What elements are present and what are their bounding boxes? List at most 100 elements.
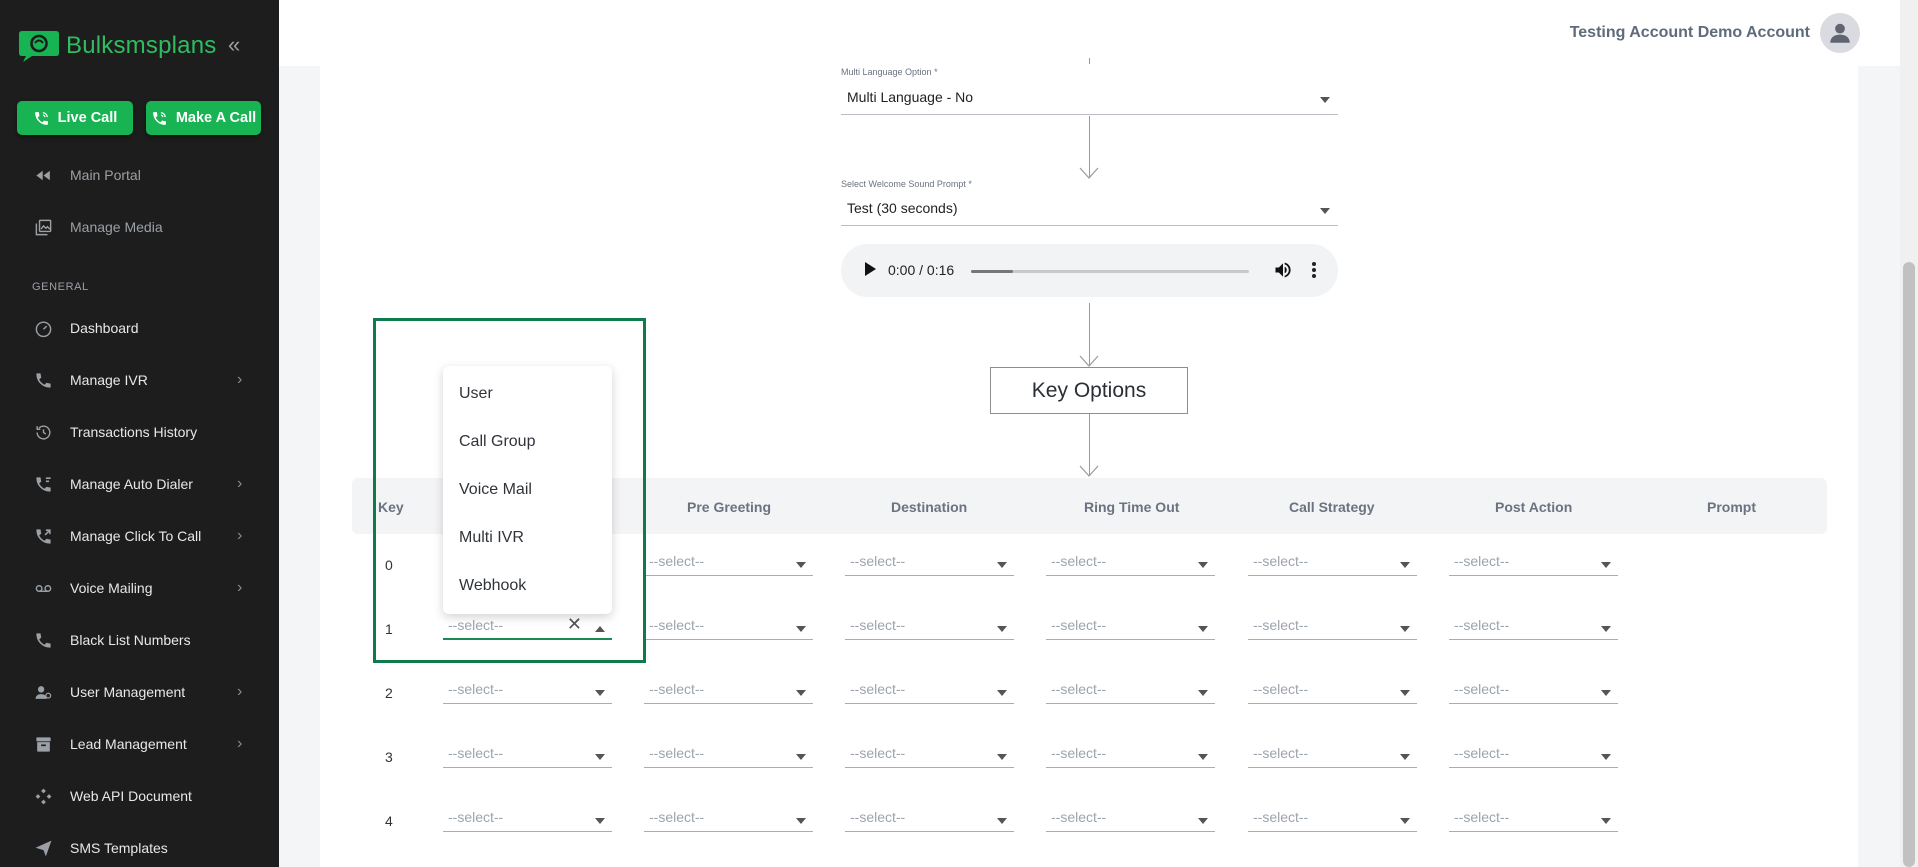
sidebar-item-manage-auto-dialer[interactable]: Manage Auto Dialer › (0, 464, 279, 504)
sidebar-item-dashboard[interactable]: Dashboard (0, 308, 279, 348)
post-action-select[interactable]: --select-- (1449, 738, 1618, 768)
select-placeholder: --select-- (1253, 681, 1309, 697)
destination-select[interactable]: --select-- (845, 546, 1014, 576)
clear-icon[interactable]: ✕ (567, 615, 582, 633)
sidebar-item-lead-management[interactable]: Lead Management › (0, 724, 279, 764)
sidebar-item-black-list-numbers[interactable]: Black List Numbers (0, 620, 279, 660)
destination-select[interactable]: --select-- (845, 738, 1014, 768)
brand[interactable]: Bulksmsplans (18, 26, 216, 66)
ring-time-out-select[interactable]: --select-- (1046, 674, 1215, 704)
sidebar-item-user-management[interactable]: User Management › (0, 672, 279, 712)
users-icon (32, 681, 54, 703)
play-icon[interactable] (865, 262, 876, 276)
caret-down-icon (1400, 754, 1410, 760)
destination-select[interactable]: --select-- (845, 674, 1014, 704)
caret-down-icon (796, 754, 806, 760)
post-action-select[interactable]: --select-- (1449, 802, 1618, 832)
post-action-select[interactable]: --select-- (1449, 674, 1618, 704)
sidebar-item-manage-click-to-call[interactable]: Manage Click To Call › (0, 516, 279, 556)
dropdown-option-call-group[interactable]: Call Group (459, 433, 535, 451)
rewind-icon (32, 164, 54, 186)
post-action-select[interactable]: --select-- (1449, 546, 1618, 576)
dropdown-option-user[interactable]: User (459, 385, 493, 403)
sidebar-item-web-api-document[interactable]: Web API Document (0, 776, 279, 816)
audio-progress-fill (971, 270, 1013, 273)
sidebar-item-transactions-history[interactable]: Transactions History (0, 412, 279, 452)
destination-type-select[interactable]: --select-- (443, 738, 612, 768)
pre-greeting-select[interactable]: --select-- (644, 738, 813, 768)
caret-down-icon (595, 690, 605, 696)
ring-time-out-select[interactable]: --select-- (1046, 802, 1215, 832)
row-key-label: 3 (385, 749, 393, 765)
caret-down-icon (1320, 97, 1330, 103)
audio-seek-bar[interactable] (971, 270, 1249, 273)
audio-player: 0:00 / 0:16 (841, 244, 1338, 297)
ring-time-out-select[interactable]: --select-- (1046, 546, 1215, 576)
media-icon (32, 216, 54, 238)
ring-time-out-select[interactable]: --select-- (1046, 738, 1215, 768)
header-call-strategy: Call Strategy (1289, 499, 1375, 515)
sidebar-item-label: Voice Mailing (70, 580, 153, 596)
select-placeholder: --select-- (850, 681, 906, 697)
archive-icon (32, 733, 54, 755)
destination-select[interactable]: --select-- (845, 610, 1014, 640)
chevron-right-icon: › (237, 579, 243, 596)
phone-call-icon (34, 111, 48, 125)
sidebar: Bulksmsplans « Live Call Make A Call Mai… (0, 0, 279, 867)
dropdown-option-voice-mail[interactable]: Voice Mail (459, 481, 532, 499)
collapse-sidebar-icon[interactable]: « (228, 34, 250, 56)
api-icon (32, 785, 54, 807)
caret-down-icon (1400, 818, 1410, 824)
destination-select[interactable]: --select-- (845, 802, 1014, 832)
make-a-call-button[interactable]: Make A Call (146, 101, 261, 135)
select-placeholder: --select-- (649, 809, 705, 825)
chevron-right-icon: › (237, 475, 243, 492)
ring-time-out-select[interactable]: --select-- (1046, 610, 1215, 640)
caret-down-icon (796, 626, 806, 632)
select-placeholder: --select-- (1454, 681, 1510, 697)
multi-language-select[interactable]: Multi Language - No (841, 85, 1338, 115)
arrow-down-icon (1079, 465, 1099, 477)
sidebar-item-manage-ivr[interactable]: Manage IVR › (0, 360, 279, 400)
caret-down-icon (1400, 626, 1410, 632)
welcome-prompt-select[interactable]: Test (30 seconds) (841, 196, 1338, 226)
post-action-select[interactable]: --select-- (1449, 610, 1618, 640)
caret-down-icon (1601, 818, 1611, 824)
call-strategy-select[interactable]: --select-- (1248, 546, 1417, 576)
header-ring-time-out: Ring Time Out (1084, 499, 1180, 515)
volume-icon[interactable] (1273, 260, 1293, 280)
row-key-label: 2 (385, 685, 393, 701)
brand-name: Bulksmsplans (66, 32, 217, 59)
auto-dialer-icon (32, 473, 54, 495)
more-options-icon[interactable] (1308, 260, 1320, 280)
select-placeholder: --select-- (448, 809, 504, 825)
sidebar-item-sms-templates[interactable]: SMS Templates (0, 828, 279, 867)
call-strategy-select[interactable]: --select-- (1248, 674, 1417, 704)
user-name[interactable]: Testing Account Demo Account (1570, 24, 1810, 42)
page-scrollbar-thumb[interactable] (1903, 262, 1915, 867)
pre-greeting-select[interactable]: --select-- (644, 546, 813, 576)
sidebar-item-voice-mailing[interactable]: Voice Mailing › (0, 568, 279, 608)
select-placeholder: --select-- (850, 745, 906, 761)
select-placeholder: --select-- (850, 617, 906, 633)
pre-greeting-select[interactable]: --select-- (644, 802, 813, 832)
destination-type-select[interactable]: --select-- (443, 802, 612, 832)
avatar[interactable] (1820, 13, 1860, 53)
pre-greeting-select[interactable]: --select-- (644, 674, 813, 704)
destination-type-select[interactable]: --select-- (443, 674, 612, 704)
chevron-right-icon: › (237, 683, 243, 700)
live-call-button[interactable]: Live Call (17, 101, 133, 135)
sidebar-item-main-portal[interactable]: Main Portal (0, 155, 279, 195)
dropdown-option-webhook[interactable]: Webhook (459, 577, 526, 595)
dropdown-option-multi-ivr[interactable]: Multi IVR (459, 529, 524, 547)
call-strategy-select[interactable]: --select-- (1248, 802, 1417, 832)
sidebar-item-label: Black List Numbers (70, 632, 191, 648)
user-icon (1830, 23, 1850, 43)
select-placeholder: --select-- (1051, 617, 1107, 633)
select-placeholder: --select-- (1051, 809, 1107, 825)
sidebar-item-manage-media[interactable]: Manage Media (0, 207, 279, 247)
call-strategy-select[interactable]: --select-- (1248, 738, 1417, 768)
pre-greeting-select[interactable]: --select-- (644, 610, 813, 640)
destination-type-select[interactable]: --select-- ✕ (443, 610, 612, 640)
call-strategy-select[interactable]: --select-- (1248, 610, 1417, 640)
